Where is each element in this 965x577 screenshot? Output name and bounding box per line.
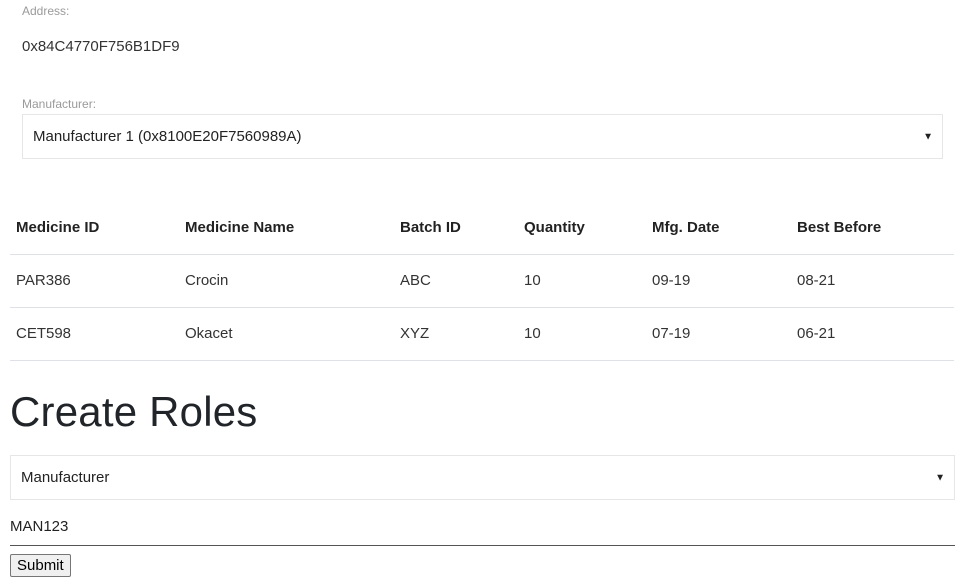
submit-button[interactable]: Submit <box>10 554 71 577</box>
cell-medicine-id: CET598 <box>10 307 179 361</box>
role-id-input[interactable] <box>10 507 955 546</box>
manufacturer-select-value: Manufacturer 1 (0x8100E20F7560989A) <box>33 128 302 145</box>
cell-best-before: 06-21 <box>791 307 954 361</box>
role-select-value: Manufacturer <box>21 469 110 486</box>
cell-quantity: 10 <box>518 254 646 308</box>
column-header-batch-id: Batch ID <box>394 201 518 255</box>
cell-mfg-date: 09-19 <box>646 254 791 308</box>
cell-best-before: 08-21 <box>791 254 954 308</box>
address-value: 0x84C4770F756B1DF9 <box>22 38 180 55</box>
address-label: Address: <box>22 4 70 18</box>
dropdown-caret-icon: ▼ <box>935 472 945 483</box>
cell-medicine-name: Okacet <box>179 307 394 361</box>
cell-medicine-name: Crocin <box>179 254 394 308</box>
page: Address: 0x84C4770F756B1DF9 Manufacturer… <box>0 0 965 577</box>
dropdown-caret-icon: ▼ <box>923 131 933 142</box>
manufacturer-select[interactable]: Manufacturer 1 (0x8100E20F7560989A) ▼ <box>22 114 943 159</box>
create-roles-title: Create Roles <box>10 388 258 435</box>
role-select[interactable]: Manufacturer ▼ <box>10 455 955 500</box>
cell-quantity: 10 <box>518 307 646 361</box>
manufacturer-label: Manufacturer: <box>22 97 97 111</box>
column-header-mfg-date: Mfg. Date <box>646 201 791 255</box>
column-header-best-before: Best Before <box>791 201 954 255</box>
cell-mfg-date: 07-19 <box>646 307 791 361</box>
column-header-medicine-id: Medicine ID <box>10 201 179 255</box>
column-header-quantity: Quantity <box>518 201 646 255</box>
cell-medicine-id: PAR386 <box>10 254 179 308</box>
table-header-row: Medicine ID Medicine Name Batch ID Quant… <box>10 201 954 255</box>
medicine-table: Medicine ID Medicine Name Batch ID Quant… <box>10 201 954 361</box>
column-header-medicine-name: Medicine Name <box>179 201 394 255</box>
table-row: CET598 Okacet XYZ 10 07-19 06-21 <box>10 307 954 361</box>
table-row: PAR386 Crocin ABC 10 09-19 08-21 <box>10 254 954 308</box>
cell-batch-id: ABC <box>394 254 518 308</box>
cell-batch-id: XYZ <box>394 307 518 361</box>
